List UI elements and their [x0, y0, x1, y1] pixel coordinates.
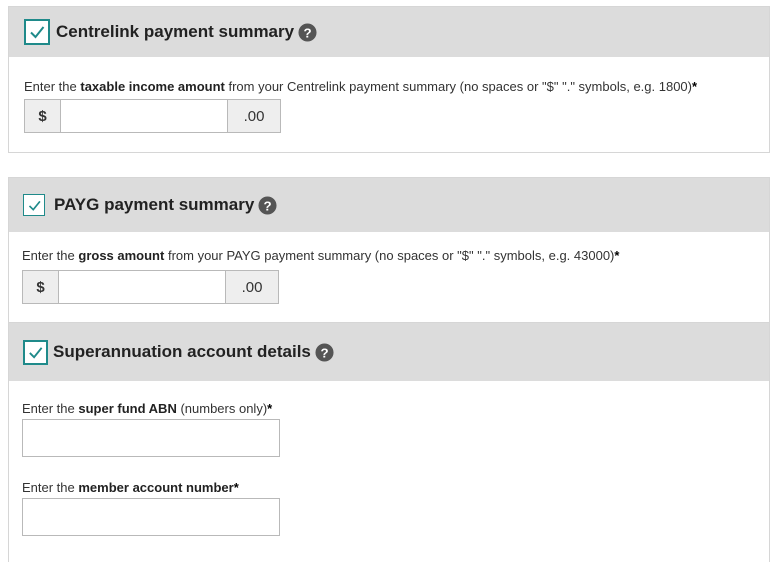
- taxable-income-input-group: $ .00: [24, 99, 281, 133]
- checkmark-icon: [29, 346, 43, 359]
- prompt-text: from your Centrelink payment summary (no…: [224, 79, 692, 94]
- super-checkbox[interactable]: [23, 339, 48, 365]
- required-asterisk: *: [233, 480, 239, 495]
- member-account-number-input[interactable]: [22, 498, 280, 536]
- question-circle-icon[interactable]: ?: [315, 342, 334, 362]
- gross-amount-input[interactable]: [58, 270, 226, 304]
- centrelink-panel-title: Centrelink payment summary: [56, 22, 295, 41]
- question-circle-icon[interactable]: ?: [298, 22, 317, 42]
- prompt-text: from your PAYG payment summary (no space…: [164, 248, 615, 263]
- svg-text:?: ?: [320, 345, 328, 360]
- cents-suffix: .00: [226, 270, 279, 304]
- prompt-text: (numbers only): [176, 401, 268, 416]
- taxable-income-input[interactable]: [60, 99, 228, 133]
- checkmark-icon: [28, 200, 41, 211]
- centrelink-panel-header: Centrelink payment summary ?: [9, 7, 769, 57]
- taxable-income-prompt: Enter the taxable income amount from you…: [24, 79, 697, 94]
- payg-checkbox[interactable]: [23, 194, 45, 216]
- payg-panel-header: PAYG payment summary ?: [9, 178, 769, 232]
- super-panel-title: Superannuation account details: [53, 342, 311, 361]
- prompt-bold-text: gross amount: [78, 248, 165, 263]
- payg-panel-title: PAYG payment summary: [54, 195, 255, 214]
- centrelink-panel: Centrelink payment summary ? Enter the t…: [8, 6, 770, 153]
- svg-text:?: ?: [264, 198, 272, 213]
- dollar-prefix: $: [22, 270, 58, 304]
- prompt-text: Enter the: [22, 480, 79, 495]
- payg-panel: PAYG payment summary ? Enter the gross a…: [8, 177, 770, 323]
- question-circle-icon[interactable]: ?: [258, 195, 277, 215]
- required-asterisk: *: [692, 79, 698, 94]
- gross-amount-prompt: Enter the gross amount from your PAYG pa…: [22, 248, 619, 263]
- prompt-text: Enter the: [22, 401, 79, 416]
- cents-suffix: .00: [228, 99, 281, 133]
- super-fund-abn-prompt: Enter the super fund ABN (numbers only)*: [22, 401, 272, 416]
- centrelink-checkbox[interactable]: [24, 19, 50, 45]
- member-account-number-prompt: Enter the member account number*: [22, 480, 239, 495]
- prompt-text: Enter the: [22, 248, 79, 263]
- super-fund-abn-input[interactable]: [22, 419, 280, 457]
- svg-text:?: ?: [304, 25, 312, 40]
- prompt-bold-text: super fund ABN: [78, 401, 177, 416]
- super-panel: Superannuation account details ? Enter t…: [8, 322, 770, 562]
- required-asterisk: *: [267, 401, 273, 416]
- prompt-text: Enter the: [24, 79, 81, 94]
- super-panel-header: Superannuation account details ?: [9, 323, 769, 381]
- prompt-bold-text: taxable income amount: [80, 79, 225, 94]
- dollar-prefix: $: [24, 99, 60, 133]
- checkmark-icon: [30, 26, 45, 39]
- gross-amount-input-group: $ .00: [22, 270, 279, 304]
- required-asterisk: *: [614, 248, 620, 263]
- prompt-bold-text: member account number: [78, 480, 234, 495]
